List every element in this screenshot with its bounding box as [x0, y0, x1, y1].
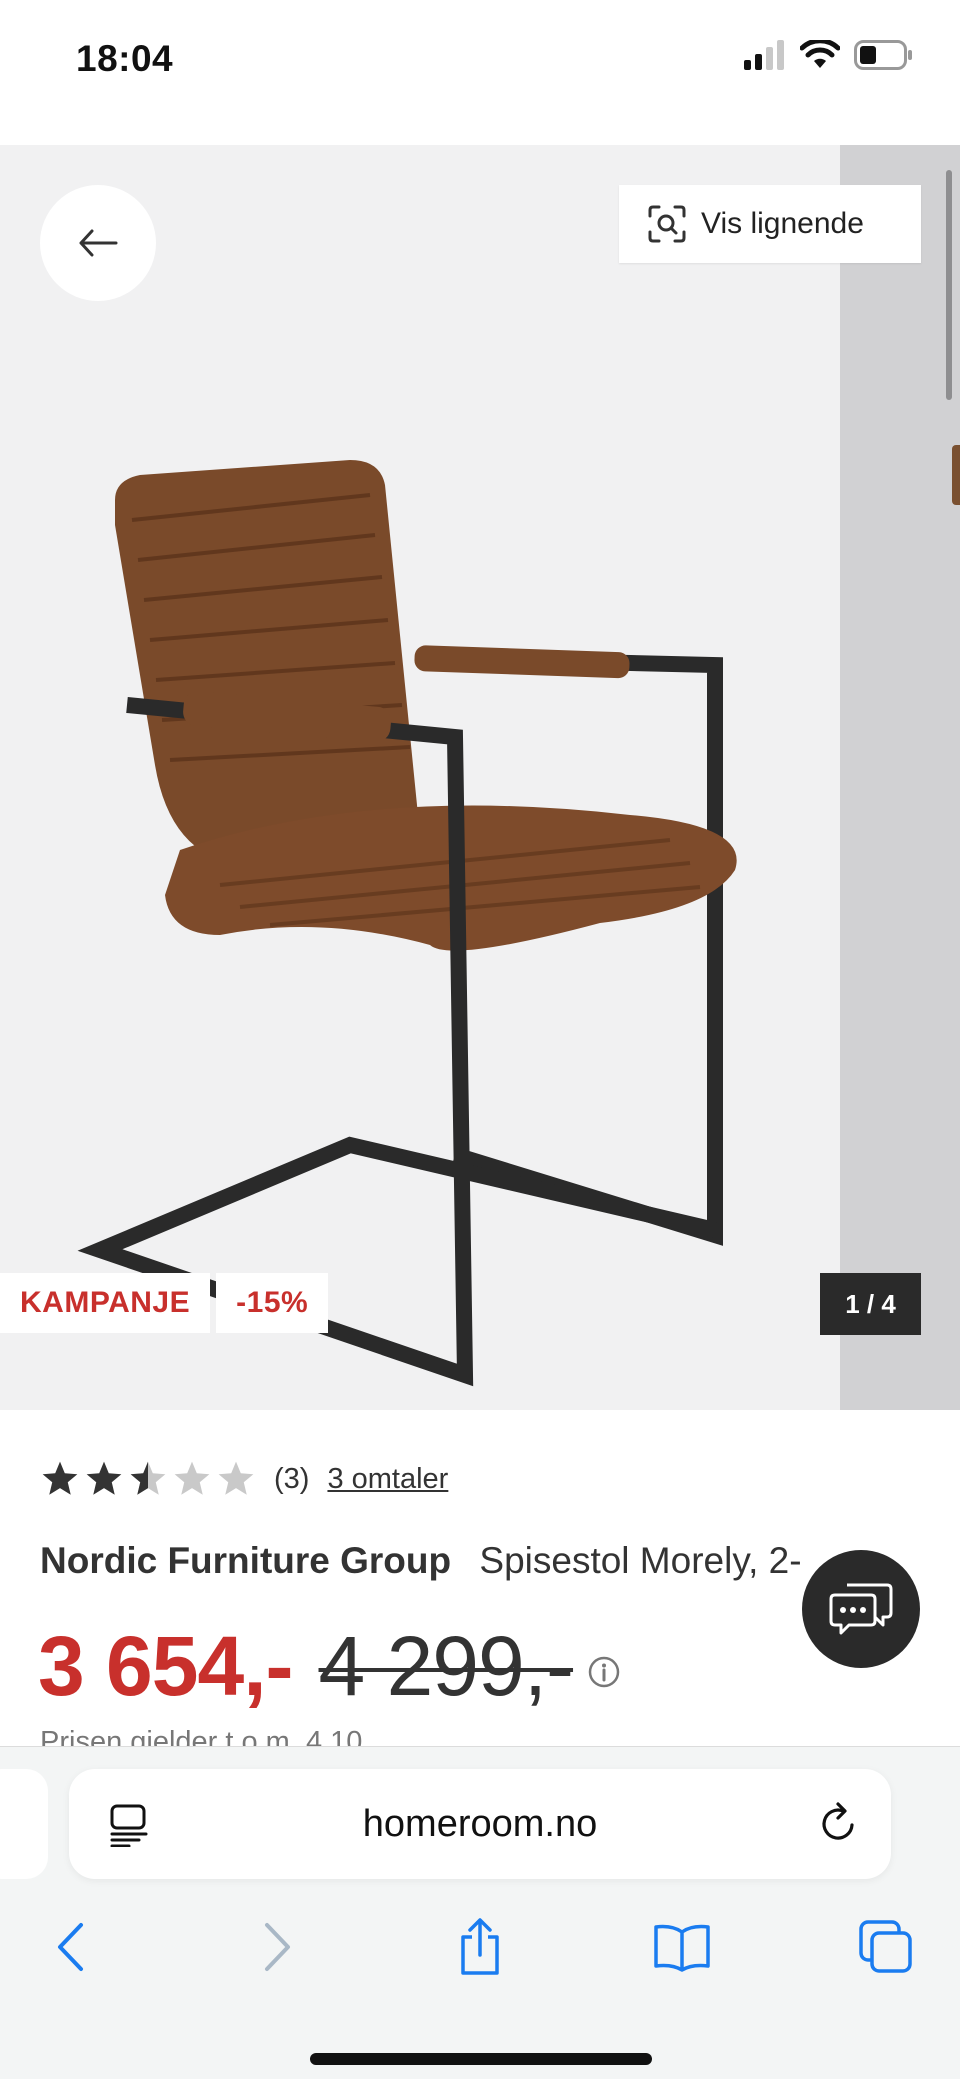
product-title: Nordic Furniture Group Spisestol Morely,… — [40, 1540, 800, 1582]
scrollbar[interactable] — [946, 170, 952, 400]
show-similar-button[interactable]: Vis lignende — [619, 185, 921, 263]
status-icons — [744, 40, 914, 70]
status-bar: 18:04 — [0, 0, 960, 145]
next-image-edge — [952, 445, 960, 505]
cellular-signal-icon — [744, 40, 784, 70]
reviews-link[interactable]: 3 omtaler — [327, 1463, 448, 1496]
price-row: 3 654,- 4 299,- — [38, 1618, 621, 1715]
previous-tab-card[interactable] — [0, 1769, 48, 1879]
star-half-icon — [130, 1461, 166, 1495]
back-nav-button[interactable] — [30, 1907, 110, 1987]
book-icon — [654, 1924, 710, 1972]
wifi-icon — [800, 40, 840, 68]
visual-search-icon — [648, 205, 686, 243]
price-validity-note: Prisen gjelder t.o.m. 4.10 — [40, 1726, 363, 1746]
battery-icon — [854, 40, 912, 70]
star-full-icon — [86, 1461, 122, 1495]
rating-row: (3) 3 omtaler — [40, 1460, 448, 1498]
brand-name[interactable]: Nordic Furniture Group — [40, 1540, 451, 1581]
chat-bubbles-icon — [829, 1583, 893, 1635]
rating-stars — [40, 1460, 256, 1498]
forward-nav-button[interactable] — [238, 1907, 318, 1987]
star-empty-icon — [218, 1461, 254, 1495]
image-counter: 1 / 4 — [820, 1273, 921, 1335]
chevron-left-icon — [58, 1923, 83, 1971]
tabs-icon — [859, 1920, 912, 1973]
rating-count: (3) — [274, 1462, 310, 1495]
address-bar[interactable]: homeroom.no — [69, 1769, 891, 1879]
arrow-left-icon — [79, 229, 118, 257]
next-image-peek[interactable] — [840, 145, 960, 1410]
browser-bar: homeroom.no — [0, 1746, 960, 2079]
info-icon[interactable] — [587, 1655, 621, 1689]
home-indicator — [310, 2053, 652, 2065]
status-time: 18:04 — [76, 38, 174, 79]
badge-row: KAMPANJE -15% — [0, 1273, 329, 1333]
product-name: Spisestol Morely, 2-pk — [479, 1540, 800, 1581]
star-empty-icon — [174, 1461, 210, 1495]
original-price: 4 299,- — [318, 1619, 575, 1713]
product-image-gallery[interactable]: Vis lignende KAMPANJE -15% 1 / 4 — [0, 145, 960, 1410]
campaign-badge: KAMPANJE — [0, 1273, 211, 1333]
bookmarks-button[interactable] — [642, 1907, 722, 1987]
show-similar-label: Vis lignende — [701, 207, 864, 240]
tabs-button[interactable] — [846, 1907, 926, 1987]
star-full-icon — [42, 1461, 78, 1495]
reload-icon[interactable] — [819, 1801, 859, 1845]
chat-button[interactable] — [802, 1550, 920, 1668]
share-button[interactable] — [440, 1907, 520, 1987]
browser-toolbar — [0, 1907, 960, 2007]
current-price: 3 654,- — [38, 1619, 294, 1713]
url-text: homeroom.no — [362, 1803, 598, 1845]
discount-badge: -15% — [216, 1273, 329, 1333]
share-icon — [461, 1918, 499, 1975]
chevron-right-icon — [265, 1923, 290, 1971]
product-image — [77, 460, 737, 1387]
back-button[interactable] — [40, 185, 156, 301]
